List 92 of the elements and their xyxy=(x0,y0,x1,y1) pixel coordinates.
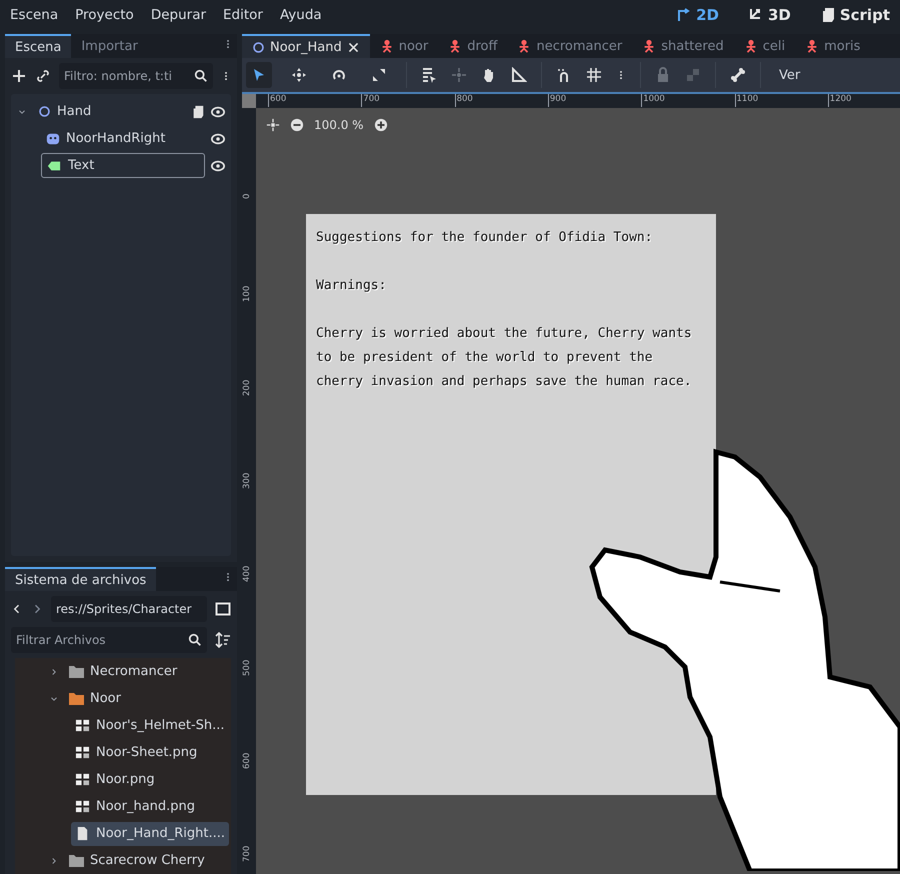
scene-tab[interactable]: shattered xyxy=(632,34,734,58)
select-tool-button[interactable] xyxy=(246,62,272,88)
pivot-icon[interactable] xyxy=(451,67,467,83)
circle-node-icon xyxy=(252,40,265,54)
list-select-icon[interactable] xyxy=(421,67,437,83)
ruler-label: 800 xyxy=(454,94,473,107)
split-view-icon[interactable] xyxy=(215,601,231,617)
scale-arrows-icon xyxy=(371,67,387,83)
skeleton-icon xyxy=(380,39,394,53)
visibility-eye-icon[interactable] xyxy=(211,158,225,172)
grid-icon[interactable] xyxy=(586,67,602,83)
sprite-thumbnail-icon xyxy=(75,718,90,733)
ruler-label: 0 xyxy=(242,194,252,199)
view-menu-button[interactable]: Ver xyxy=(775,68,804,82)
paper-text: Cherry is worried about the future, Cherry wants to be president of the world to prevent the cherry invasion and perhaps save the human race. xyxy=(316,325,693,391)
corner-arrow-icon xyxy=(676,7,692,23)
file-item[interactable]: Necromancer xyxy=(65,660,182,684)
scene-tab[interactable]: celi xyxy=(734,34,796,58)
circle-node-icon xyxy=(38,105,51,118)
filter-field[interactable]: Filtro: nombre, t:ti xyxy=(59,63,213,89)
ruler-label: 700 xyxy=(361,94,380,107)
ruler-label: 1000 xyxy=(641,94,665,107)
add-icon[interactable] xyxy=(11,68,27,84)
file-item[interactable]: Noor-Sheet.png xyxy=(71,740,202,764)
skeleton-icon xyxy=(642,39,656,53)
ruler-label: 600 xyxy=(242,752,252,769)
menu-item[interactable]: Depurar xyxy=(150,7,206,23)
file-item[interactable]: Scarecrow Cherry xyxy=(65,848,209,872)
ruler-label: 200 xyxy=(242,379,252,396)
paper-text: Warnings: xyxy=(316,277,388,295)
ruler-label: 400 xyxy=(242,566,252,582)
lock-icon[interactable] xyxy=(655,67,671,83)
paper-text: Suggestions for the founder of Ofidia Town: xyxy=(316,229,654,247)
scene-tab[interactable]: droff xyxy=(438,34,508,58)
ruler-label: 500 xyxy=(242,659,252,676)
menu-item[interactable]: Editor xyxy=(223,7,263,23)
workspace-button[interactable]: 2D xyxy=(676,6,719,24)
search-icon xyxy=(188,633,202,647)
close-icon[interactable] xyxy=(346,40,360,54)
link-icon[interactable] xyxy=(35,68,51,84)
tree-node[interactable]: Hand xyxy=(33,99,185,124)
zoom-level[interactable]: 100.0 % xyxy=(314,118,364,132)
dock-tab[interactable]: Importar xyxy=(71,34,148,58)
document-icon xyxy=(75,826,90,841)
visibility-eye-icon[interactable] xyxy=(211,104,225,118)
ruler-corner xyxy=(242,94,256,108)
zoom-in-icon[interactable] xyxy=(374,118,388,132)
sort-icon[interactable] xyxy=(215,632,231,648)
tree-node[interactable]: Text xyxy=(41,153,205,178)
ruler-label: 300 xyxy=(242,472,252,489)
sprite-thumbnail-icon xyxy=(75,745,90,760)
file-item[interactable]: Noor_Hand_Right.... xyxy=(71,822,229,846)
center-view-icon[interactable] xyxy=(266,118,280,132)
robot-face-icon xyxy=(46,132,60,146)
menu-item[interactable]: Ayuda xyxy=(280,7,322,23)
ruler-label: 1200 xyxy=(828,94,852,107)
ruler-label: 100 xyxy=(242,286,252,302)
skeleton-icon xyxy=(805,39,820,53)
workspace-button[interactable]: 3D xyxy=(748,6,791,24)
tree-node[interactable]: NoorHandRight xyxy=(41,126,205,151)
ruler-label: 1100 xyxy=(734,94,758,107)
scene-tab[interactable]: necromancer xyxy=(507,34,632,58)
move-arrows-icon xyxy=(291,67,307,83)
ruler-label: 700 xyxy=(242,846,252,862)
dock-tab[interactable]: Sistema de archivos xyxy=(5,567,156,591)
sprite-thumbnail-icon xyxy=(75,799,90,814)
tag-icon xyxy=(46,158,62,172)
ruler-label: 900 xyxy=(548,94,566,107)
zoom-out-icon[interactable] xyxy=(290,118,304,132)
scene-tab[interactable]: noor xyxy=(370,34,438,58)
skeleton-icon xyxy=(517,39,532,53)
ruler-icon[interactable] xyxy=(511,67,527,83)
visibility-eye-icon[interactable] xyxy=(211,132,225,146)
file-item[interactable]: Noor xyxy=(65,686,125,710)
path-field[interactable]: res://Sprites/Character xyxy=(51,596,207,622)
workspace-button[interactable]: Script xyxy=(820,6,890,24)
ruler-label: 600 xyxy=(268,94,286,107)
scene-tab[interactable]: moris xyxy=(795,34,870,58)
skeleton-icon xyxy=(744,39,758,53)
filter-field[interactable]: Filtrar Archivos xyxy=(11,627,207,653)
script-icon[interactable] xyxy=(191,104,205,118)
scene-tab[interactable]: Noor_Hand xyxy=(242,34,370,58)
search-icon xyxy=(194,69,208,83)
menu-item[interactable]: Escena xyxy=(10,7,58,23)
menu-item[interactable]: Proyecto xyxy=(75,7,134,23)
sprite-thumbnail-icon xyxy=(75,772,90,787)
bone-icon[interactable] xyxy=(730,67,746,83)
skeleton-icon xyxy=(448,39,462,53)
file-item[interactable]: Noor_hand.png xyxy=(71,794,200,818)
file-item[interactable]: Noor.png xyxy=(71,768,159,792)
file-item[interactable]: Noor's_Helmet-Sh... xyxy=(71,714,229,738)
dock-tab[interactable]: Escena xyxy=(5,34,72,58)
